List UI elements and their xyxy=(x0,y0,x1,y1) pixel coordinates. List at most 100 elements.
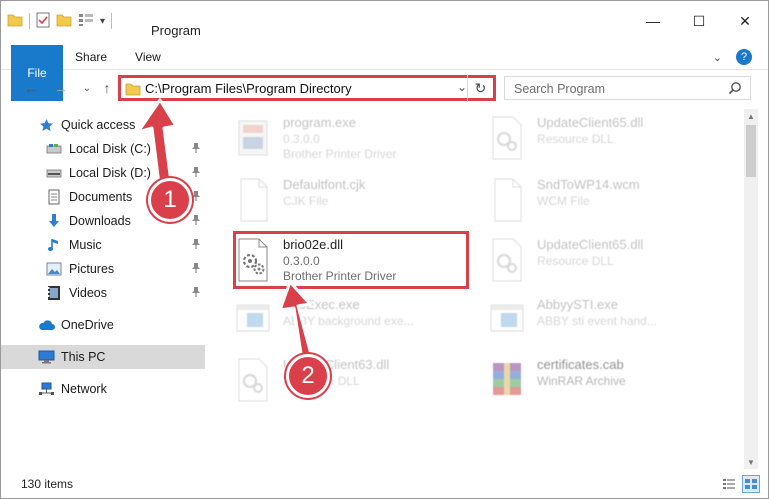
search-icon xyxy=(728,81,742,98)
vertical-scrollbar[interactable]: ▲ ▼ xyxy=(744,109,758,469)
forward-button[interactable]: → xyxy=(51,78,71,98)
pin-icon[interactable] xyxy=(191,238,201,253)
file-item[interactable]: UpdateClient65.dll Resource DLL xyxy=(479,111,719,167)
search-input[interactable]: Search Program xyxy=(504,76,751,100)
scroll-thumb[interactable] xyxy=(746,125,756,177)
sidebar-item-label: Videos xyxy=(69,286,107,300)
tab-share[interactable]: Share xyxy=(61,45,121,69)
computer-icon xyxy=(37,349,55,365)
dll-icon xyxy=(487,115,527,161)
tiles-view-icon[interactable] xyxy=(742,475,760,493)
cloud-icon xyxy=(37,317,55,333)
star-icon xyxy=(37,117,55,133)
maximize-button[interactable]: ☐ xyxy=(676,1,722,41)
step-badge-2: 2 xyxy=(286,354,330,398)
file-name: AbbyySTI.exe xyxy=(537,297,618,312)
sidebar-item-label: Network xyxy=(61,382,107,396)
ribbon-tabs: File Home Share View ⌄ ? xyxy=(1,45,768,101)
sidebar-item-pictures[interactable]: Pictures xyxy=(1,257,205,281)
view-buttons xyxy=(720,475,760,493)
new-folder-icon[interactable] xyxy=(56,13,72,30)
back-button[interactable]: ← xyxy=(21,78,41,98)
window-app-icon xyxy=(233,297,273,343)
tab-view[interactable]: View xyxy=(121,45,175,69)
properties-icon[interactable] xyxy=(36,12,50,31)
scroll-down-icon[interactable]: ▼ xyxy=(744,455,758,469)
pin-icon[interactable] xyxy=(191,142,201,157)
archive-icon xyxy=(487,357,527,403)
sidebar-item-quick-access[interactable]: Quick access xyxy=(1,113,205,137)
ribbon-right: ⌄ ? xyxy=(713,45,768,69)
refresh-button[interactable]: ↻ xyxy=(467,75,493,101)
customize-toolbar-icon[interactable]: ▾ xyxy=(100,16,105,27)
navigation-bar: ← → ⌄ ↑ C:\Program Files\Program Directo… xyxy=(1,73,768,103)
view-options-icon[interactable] xyxy=(78,13,94,30)
file-item[interactable]: AbbExec.exe ABBY background exe... xyxy=(225,293,465,349)
file-item[interactable]: program.exe 0.3.0.0 Brother Printer Driv… xyxy=(225,111,465,167)
pin-icon[interactable] xyxy=(191,214,201,229)
blank-file-icon xyxy=(233,177,273,223)
file-name: Defaultfont.cjk xyxy=(283,177,366,192)
blank-file-icon xyxy=(487,177,527,223)
drive-icon xyxy=(45,165,63,181)
pin-icon[interactable] xyxy=(191,166,201,181)
sidebar-item-label: OneDrive xyxy=(61,318,114,332)
toolbar-divider xyxy=(111,13,113,29)
window-title: Program xyxy=(151,23,201,38)
sidebar-item-label: Local Disk (D:) xyxy=(69,166,151,180)
sidebar-item-label: This PC xyxy=(61,350,106,364)
sidebar-item-onedrive[interactable]: OneDrive xyxy=(1,313,205,337)
help-icon[interactable]: ? xyxy=(736,49,752,65)
file-item[interactable]: Defaultfont.cjk CJK File xyxy=(225,173,465,229)
minimize-button[interactable]: — xyxy=(630,1,676,41)
file-item[interactable]: UpdateClient63.dll Resource DLL xyxy=(225,353,465,409)
status-bar: 130 items xyxy=(1,471,768,498)
file-type: WCM File xyxy=(537,194,590,208)
dll-icon xyxy=(233,357,273,403)
step-badge-1: 1 xyxy=(148,178,192,222)
network-icon xyxy=(37,381,55,397)
highlight-box-file xyxy=(233,231,469,289)
expand-ribbon-icon[interactable]: ⌄ xyxy=(713,51,722,64)
search-placeholder: Search Program xyxy=(514,82,606,96)
file-item[interactable]: UpdateClient65.dll Resource DLL xyxy=(479,233,719,289)
documents-icon xyxy=(45,189,63,205)
sidebar-item-videos[interactable]: Videos xyxy=(1,281,205,305)
up-button[interactable]: ↑ xyxy=(97,78,117,98)
sidebar-item-music[interactable]: Music xyxy=(1,233,205,257)
drive-icon xyxy=(45,141,63,157)
sidebar-item-label: Quick access xyxy=(61,118,136,132)
address-path: C:\Program Files\Program Directory xyxy=(145,81,352,96)
recent-locations-button[interactable]: ⌄ xyxy=(77,78,97,98)
pin-icon[interactable] xyxy=(191,286,201,301)
sidebar-item-label: Downloads xyxy=(69,214,131,228)
file-item[interactable]: certificates.cab WinRAR Archive xyxy=(479,353,719,409)
file-type: CJK File xyxy=(283,194,329,208)
quick-access-toolbar: ▾ xyxy=(7,11,113,31)
pictures-icon xyxy=(45,261,63,277)
sidebar-item-label: Documents xyxy=(69,190,133,204)
file-item[interactable]: AbbyySTI.exe ABBY sti event hand... xyxy=(479,293,719,349)
file-item[interactable]: SndToWP14.wcm WCM File xyxy=(479,173,719,229)
title-bar: ▾ Program — ☐ ✕ xyxy=(1,1,768,41)
file-name: program.exe xyxy=(283,115,356,130)
address-dropdown-icon[interactable]: ⌄ xyxy=(457,80,467,94)
file-description: Brother Printer Driver xyxy=(283,147,397,161)
navigation-pane: Quick access Local Disk (C:) Local Disk … xyxy=(1,109,207,469)
scroll-up-icon[interactable]: ▲ xyxy=(744,109,758,123)
window-app-icon xyxy=(487,297,527,343)
pin-icon[interactable] xyxy=(191,262,201,277)
details-view-icon[interactable] xyxy=(720,475,738,493)
close-button[interactable]: ✕ xyxy=(722,1,768,41)
sidebar-item-network[interactable]: Network xyxy=(1,377,205,401)
dll-icon xyxy=(487,237,527,283)
sidebar-item-this-pc[interactable]: This PC xyxy=(1,345,205,369)
file-type: Resource DLL xyxy=(537,132,614,146)
sidebar-item-label: Pictures xyxy=(69,262,115,276)
file-description: ABBY background exe... xyxy=(283,314,414,328)
sidebar-item-local-disk-c[interactable]: Local Disk (C:) xyxy=(1,137,205,161)
file-name: UpdateClient65.dll xyxy=(537,237,644,252)
pin-icon[interactable] xyxy=(191,190,201,205)
music-icon xyxy=(45,237,63,253)
address-bar[interactable]: C:\Program Files\Program Directory ⌄ ↻ xyxy=(118,75,496,101)
